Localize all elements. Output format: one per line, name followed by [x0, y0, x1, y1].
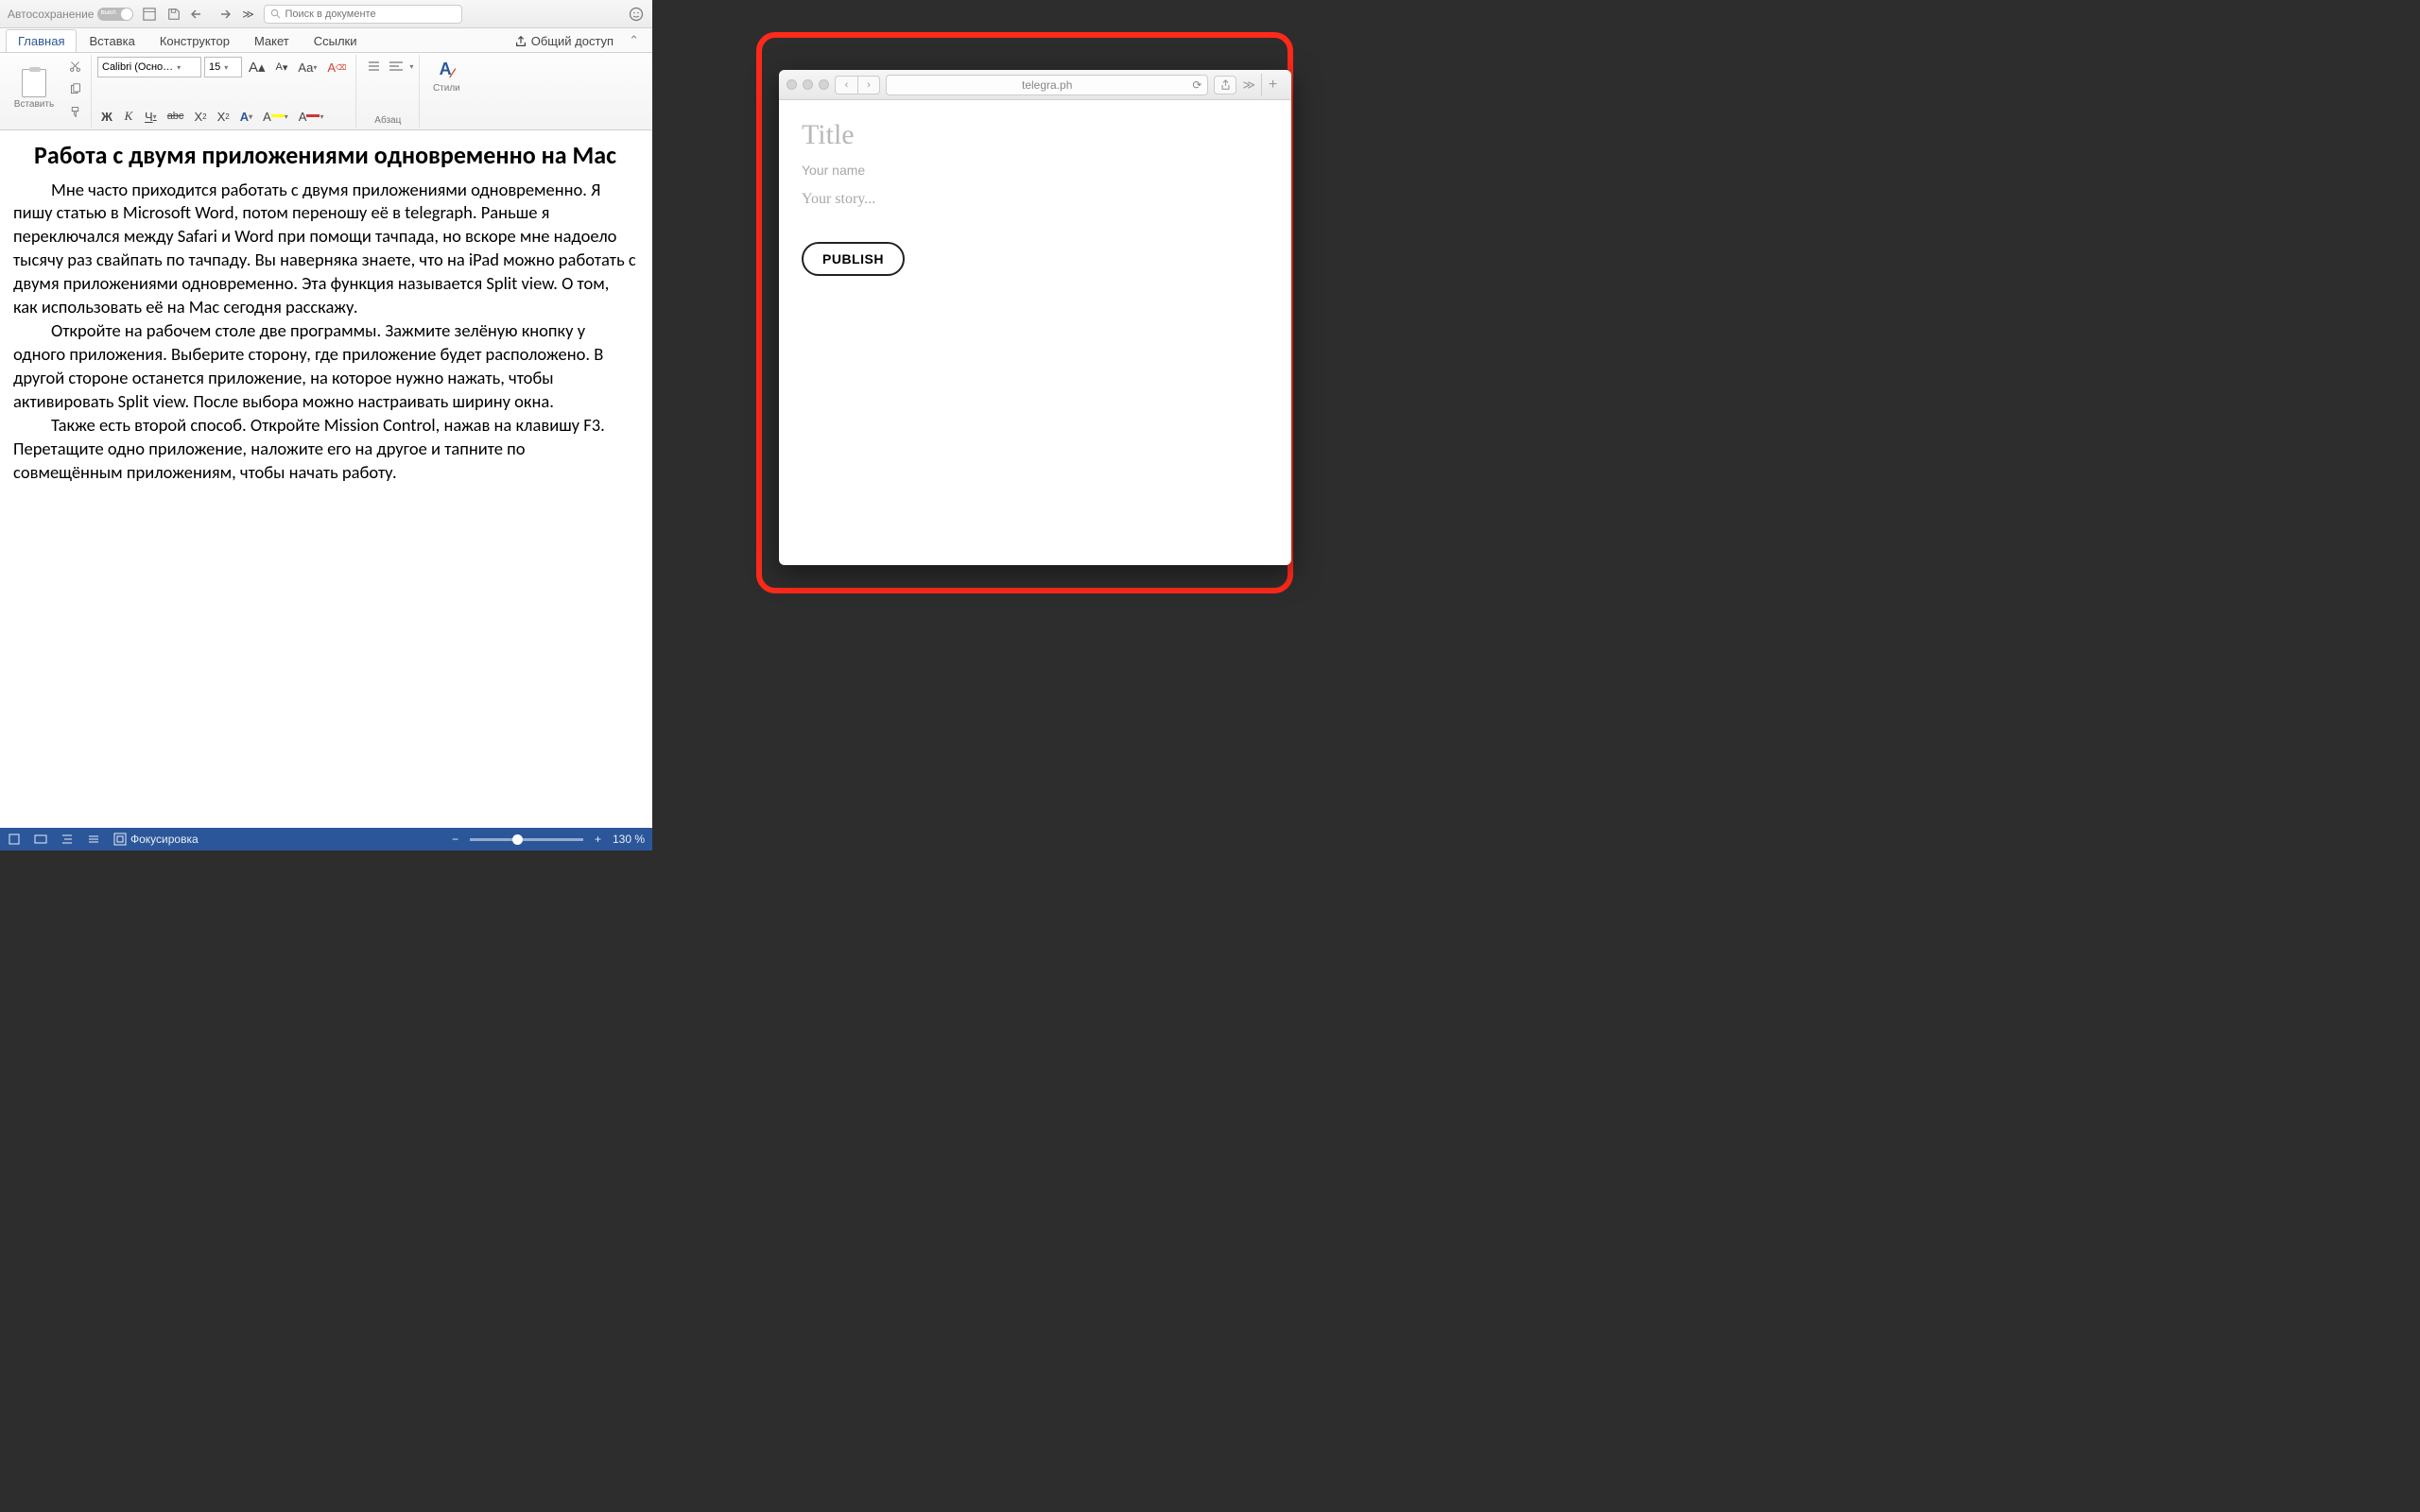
- chevron-down-icon: ▾: [224, 63, 228, 72]
- focus-mode-button[interactable]: Фокусировка: [113, 833, 199, 846]
- close-icon[interactable]: [786, 79, 797, 90]
- statusbar: Фокусировка − + 130 %: [0, 828, 652, 850]
- strike-button[interactable]: abc: [164, 107, 188, 126]
- format-painter-icon[interactable]: [65, 102, 85, 121]
- story-input[interactable]: Your story...: [802, 191, 1269, 208]
- view-outline-icon[interactable]: [60, 833, 74, 846]
- font-name-select[interactable]: Calibri (Осно…▾: [97, 57, 201, 77]
- paste-button[interactable]: Вставить: [9, 69, 59, 110]
- italic-button[interactable]: К: [119, 107, 138, 126]
- document-paragraph[interactable]: Мне часто приходится работать с двумя пр…: [13, 179, 637, 320]
- telegraph-editor: Title Your name Your story... PUBLISH: [779, 100, 1291, 565]
- zoom-slider[interactable]: [470, 838, 583, 841]
- view-web-icon[interactable]: [34, 833, 47, 846]
- publish-button[interactable]: PUBLISH: [802, 242, 905, 276]
- minimize-icon[interactable]: [803, 79, 813, 90]
- safari-window: ‹ › telegra.ph ⟳ ≫ + Title Your name You…: [779, 70, 1291, 565]
- share-button[interactable]: Общий доступ: [507, 30, 621, 52]
- url-bar[interactable]: telegra.ph ⟳: [886, 75, 1208, 95]
- share-icon: [514, 35, 527, 48]
- safari-toolbar: ‹ › telegra.ph ⟳ ≫ +: [779, 70, 1291, 100]
- maximize-icon[interactable]: [819, 79, 829, 90]
- clipboard-icon: [22, 69, 46, 97]
- subscript-button[interactable]: X2: [190, 107, 210, 126]
- copy-icon[interactable]: [65, 79, 85, 98]
- styles-button[interactable]: A⁄ Стили: [425, 57, 467, 94]
- paragraph-group: ▾ Абзац: [356, 55, 420, 128]
- word-titlebar: Автосохранение выкл. ≫: [0, 0, 652, 28]
- clear-format-icon[interactable]: A⌫: [323, 58, 350, 77]
- reload-icon[interactable]: ⟳: [1192, 78, 1201, 92]
- share-label: Общий доступ: [531, 34, 614, 48]
- cut-icon[interactable]: [65, 57, 85, 76]
- forward-button[interactable]: ›: [857, 76, 880, 94]
- feedback-smiley-icon[interactable]: [628, 6, 645, 23]
- superscript-button[interactable]: X2: [214, 107, 233, 126]
- search-input[interactable]: [285, 9, 456, 20]
- font-group: Calibri (Осно…▾ 15▾ A▴ A▾ Aa▾ A⌫ Ж К Ч▾ …: [92, 55, 356, 128]
- tab-design[interactable]: Конструктор: [147, 29, 242, 52]
- focus-icon: [113, 833, 127, 846]
- document-title[interactable]: Работа с двумя приложениями одновременно…: [13, 140, 637, 171]
- search-box[interactable]: [264, 5, 462, 24]
- zoom-level[interactable]: 130 %: [613, 833, 645, 846]
- view-draft-icon[interactable]: [87, 833, 100, 846]
- tab-insert[interactable]: Вставка: [77, 29, 147, 52]
- clipboard-group: Вставить: [4, 55, 92, 128]
- autosave-label: Автосохранение: [8, 8, 94, 21]
- undo-icon[interactable]: [190, 6, 207, 23]
- font-color-button[interactable]: A▾: [295, 107, 328, 126]
- safari-share-icon[interactable]: [1214, 76, 1236, 94]
- search-icon: [270, 9, 281, 19]
- right-pane: ‹ › telegra.ph ⟳ ≫ + Title Your name You…: [652, 0, 1361, 850]
- title-input[interactable]: Title: [802, 119, 1269, 151]
- font-size-select[interactable]: 15▾: [204, 57, 242, 77]
- styles-group: A⁄ Стили: [420, 55, 473, 128]
- ribbon-tabs: Главная Вставка Конструктор Макет Ссылки…: [0, 28, 652, 53]
- paragraph-more-icon[interactable]: ▾: [409, 62, 413, 71]
- zoom-in-button[interactable]: +: [595, 833, 601, 846]
- new-tab-button[interactable]: +: [1261, 74, 1284, 96]
- grow-font-icon[interactable]: A▴: [245, 58, 269, 77]
- align-icon[interactable]: [386, 57, 406, 76]
- change-case-icon[interactable]: Aa▾: [294, 58, 320, 77]
- paragraph-label: Абзац: [362, 115, 413, 126]
- name-input[interactable]: Your name: [802, 163, 1269, 178]
- shrink-font-icon[interactable]: A▾: [272, 58, 292, 77]
- bold-button[interactable]: Ж: [97, 107, 116, 126]
- tab-references[interactable]: Ссылки: [302, 29, 370, 52]
- document-area[interactable]: Работа с двумя приложениями одновременно…: [0, 130, 652, 828]
- url-text: telegra.ph: [1022, 78, 1072, 92]
- back-button[interactable]: ‹: [835, 76, 857, 94]
- zoom-out-button[interactable]: −: [452, 833, 458, 846]
- view-print-icon[interactable]: [8, 833, 21, 846]
- underline-button[interactable]: Ч▾: [141, 107, 161, 126]
- redo-icon[interactable]: [215, 6, 232, 23]
- chevron-down-icon: ▾: [177, 63, 181, 72]
- document-paragraph[interactable]: Также есть второй способ. Откройте Missi…: [13, 414, 637, 485]
- styles-icon: A⁄: [434, 57, 458, 81]
- highlight-button[interactable]: A▾: [259, 107, 292, 126]
- tabs-overflow-icon[interactable]: ≫: [1242, 77, 1255, 93]
- tab-home[interactable]: Главная: [6, 29, 77, 52]
- more-qat-icon[interactable]: ≫: [239, 6, 256, 23]
- autosave-toggle[interactable]: выкл.: [97, 8, 133, 21]
- text-effects-button[interactable]: A▾: [236, 107, 256, 126]
- save-icon[interactable]: [165, 6, 182, 23]
- document-paragraph[interactable]: Откройте на рабочем столе две программы.…: [13, 319, 637, 414]
- bullets-icon[interactable]: [362, 57, 383, 76]
- ribbon-collapse-icon[interactable]: ⌃: [621, 29, 647, 52]
- ribbon: Вставить Calibri (Осно…▾ 15▾ A▴ A▾ Aa▾ A…: [0, 53, 652, 130]
- traffic-lights[interactable]: [786, 79, 829, 90]
- tab-layout[interactable]: Макет: [242, 29, 302, 52]
- word-window: Автосохранение выкл. ≫ Главная Вставка К…: [0, 0, 652, 850]
- autosave-control[interactable]: Автосохранение выкл.: [8, 8, 133, 21]
- home-icon[interactable]: [141, 6, 158, 23]
